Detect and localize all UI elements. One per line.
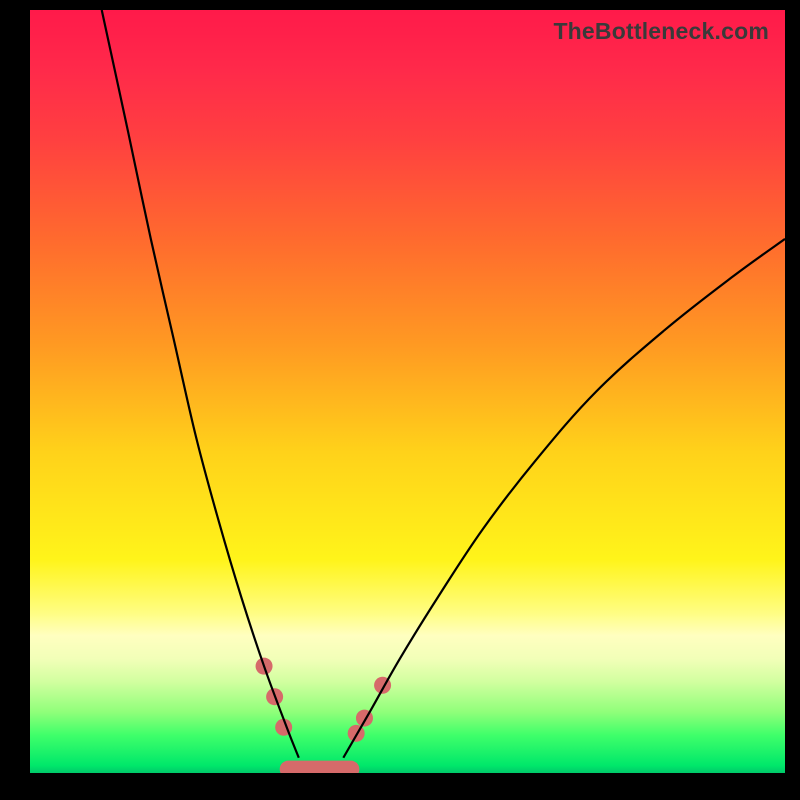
- chart-frame: TheBottleneck.com: [0, 0, 800, 800]
- marker-layer: [256, 658, 392, 770]
- left-curve: [102, 10, 299, 758]
- curve-layer: [102, 10, 785, 758]
- right-curve: [343, 239, 785, 758]
- chart-overlay: [30, 10, 785, 773]
- plot-area: TheBottleneck.com: [30, 10, 785, 773]
